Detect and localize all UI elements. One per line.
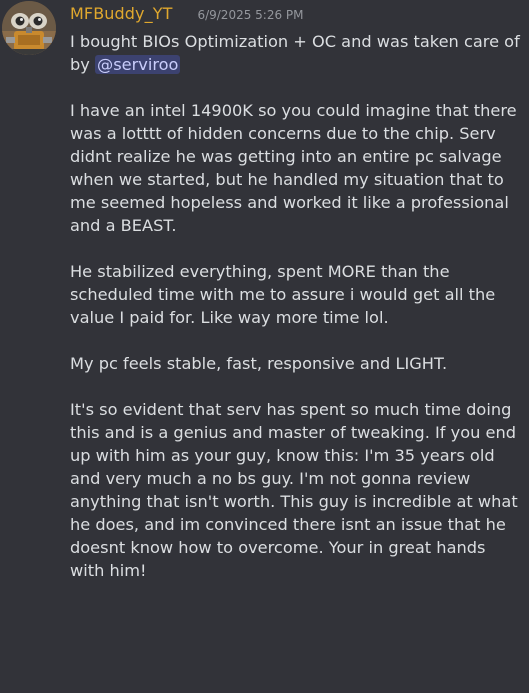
wall-e-robot-avatar-icon <box>2 1 56 55</box>
message-content: MFBuddy_YT 6/9/2025 5:26 PM I bought BIO… <box>70 4 522 582</box>
message-header: MFBuddy_YT 6/9/2025 5:26 PM <box>70 4 522 30</box>
timestamp: 6/9/2025 5:26 PM <box>197 8 304 22</box>
username[interactable]: MFBuddy_YT <box>70 4 172 23</box>
message-paragraph-3: He stabilized everything, spent MORE tha… <box>70 262 496 327</box>
message-body: I bought BIOs Optimization + OC and was … <box>70 30 522 582</box>
message-paragraph-5: It's so evident that serv has spent so m… <box>70 400 518 580</box>
user-mention[interactable]: @serviroo <box>95 55 181 74</box>
message-paragraph-2: I have an intel 14900K so you could imag… <box>70 101 517 235</box>
message-paragraph-4: My pc feels stable, fast, responsive and… <box>70 354 448 373</box>
message-paragraph-1: I bought BIOs Optimization + OC and was … <box>70 30 522 76</box>
chat-message: MFBuddy_YT 6/9/2025 5:26 PM I bought BIO… <box>0 0 529 693</box>
user-avatar[interactable] <box>2 1 56 55</box>
